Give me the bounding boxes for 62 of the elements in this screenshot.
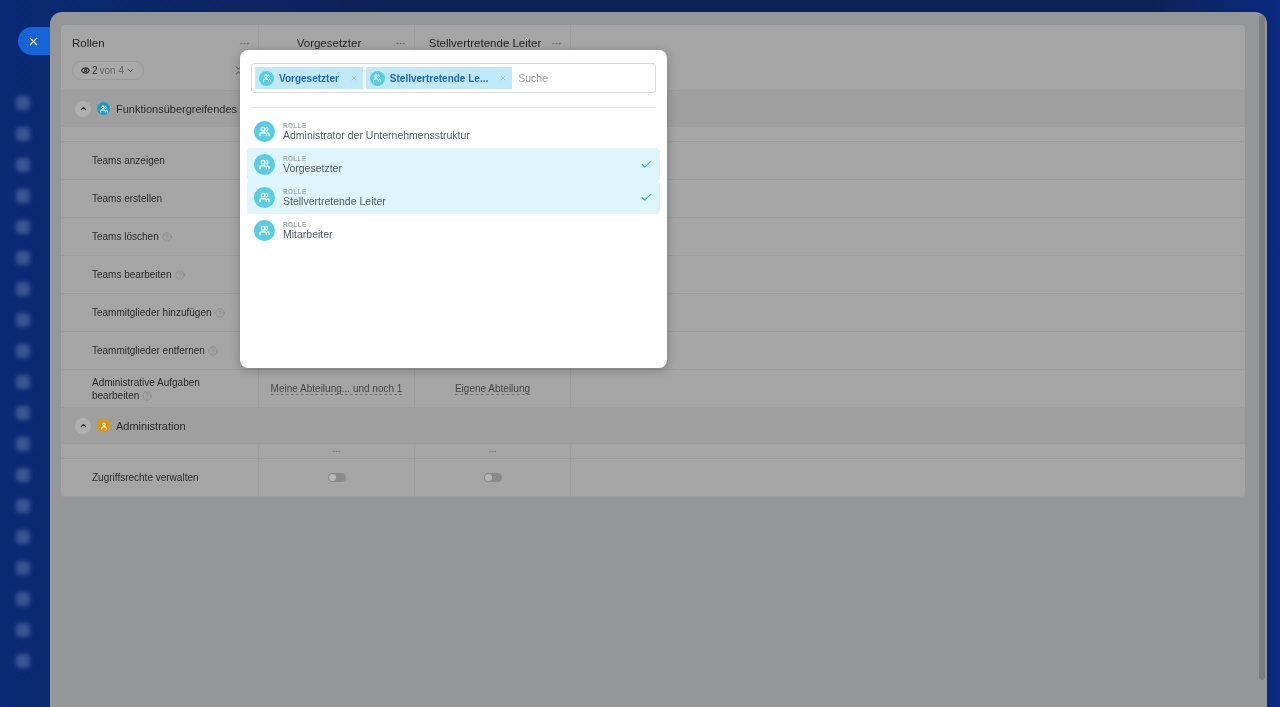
sidebar-icon[interactable] [16, 282, 30, 296]
sidebar-icon[interactable] [16, 561, 30, 575]
sidebar-icon[interactable] [16, 530, 30, 544]
sidebar-icon[interactable] [16, 251, 30, 265]
users-icon [254, 220, 275, 241]
scrollbar[interactable] [1259, 15, 1265, 680]
sidebar-icon[interactable] [16, 654, 30, 668]
column-title: Rollen [72, 37, 105, 49]
permission-label: Teammitglieder entfernen [92, 344, 218, 357]
sidebar-icon[interactable] [16, 127, 30, 141]
remove-icon[interactable] [349, 74, 358, 82]
permission-label: Teams löschen [92, 230, 172, 243]
section-title: Funktionsübergreifendes [116, 102, 238, 115]
sidebar-icon[interactable] [16, 623, 30, 637]
selected-role-chip[interactable]: Vorgesetzter [255, 67, 363, 89]
chevron-icon [78, 421, 88, 430]
sidebar-icon[interactable] [16, 592, 30, 606]
sidebar-icon[interactable] [16, 220, 30, 234]
permission-label: Administrative Aufgaben bearbeiten [92, 375, 201, 402]
users-icon [254, 121, 275, 142]
sidebar-icon[interactable] [16, 406, 30, 420]
sidebar-icon[interactable] [16, 375, 30, 389]
sidebar-icon[interactable] [16, 96, 30, 110]
sidebar-icon[interactable] [16, 189, 30, 203]
users-icon [254, 154, 275, 175]
column-title: Vorgesetzter [296, 37, 362, 49]
role-name: Mitarbeiter [283, 228, 334, 240]
permission-label: Zugriffsrechte verwalten [92, 471, 199, 484]
role-name: Stellvertretende Leiter [283, 195, 387, 207]
selected-role-chip[interactable]: Stellvertretende Le... [365, 67, 513, 89]
users-icon [259, 70, 274, 86]
role-name: Vorgesetzter [283, 162, 343, 174]
eye-icon [81, 66, 90, 75]
collapse-button[interactable] [75, 100, 91, 117]
check-icon [640, 158, 653, 171]
users-icon [254, 187, 275, 208]
sidebar-icon[interactable] [16, 313, 30, 327]
sidebar-icon[interactable] [16, 437, 30, 451]
caret-icon [126, 66, 136, 75]
users-icon [369, 70, 385, 86]
sidebar-icon[interactable] [16, 468, 30, 482]
permission-label: Teammitglieder hinzufügen [92, 306, 225, 319]
role-selector-field[interactable]: Vorgesetzter Stellvertretende Le... Suche [251, 63, 656, 93]
permission-label: Teams bearbeiten [92, 268, 185, 281]
chevron-icon [78, 104, 88, 113]
sidebar-icon[interactable] [16, 158, 30, 172]
permission-label: Teams erstellen [92, 192, 163, 205]
check-icon [640, 191, 653, 204]
close-button[interactable] [18, 27, 50, 55]
collapse-button[interactable] [75, 417, 91, 434]
permission-label: Teams anzeigen [92, 154, 165, 167]
sidebar-icon[interactable] [16, 344, 30, 358]
access-level-link[interactable]: Meine Abteilung... und noch 1 [270, 382, 403, 395]
remove-icon[interactable] [499, 74, 508, 82]
role-name: Administrator der Unternehmensstruktur [283, 129, 471, 141]
filter-chip[interactable]: 2 von 4 [72, 61, 145, 80]
section-title: Administration [116, 419, 186, 432]
toggle-switch[interactable] [483, 473, 502, 482]
column-title: Stellvertretende Leiter [428, 37, 542, 49]
sidebar-icon[interactable] [16, 499, 30, 513]
toggle-switch[interactable] [327, 473, 346, 482]
access-level-link[interactable]: Eigene Abteilung [454, 382, 531, 395]
